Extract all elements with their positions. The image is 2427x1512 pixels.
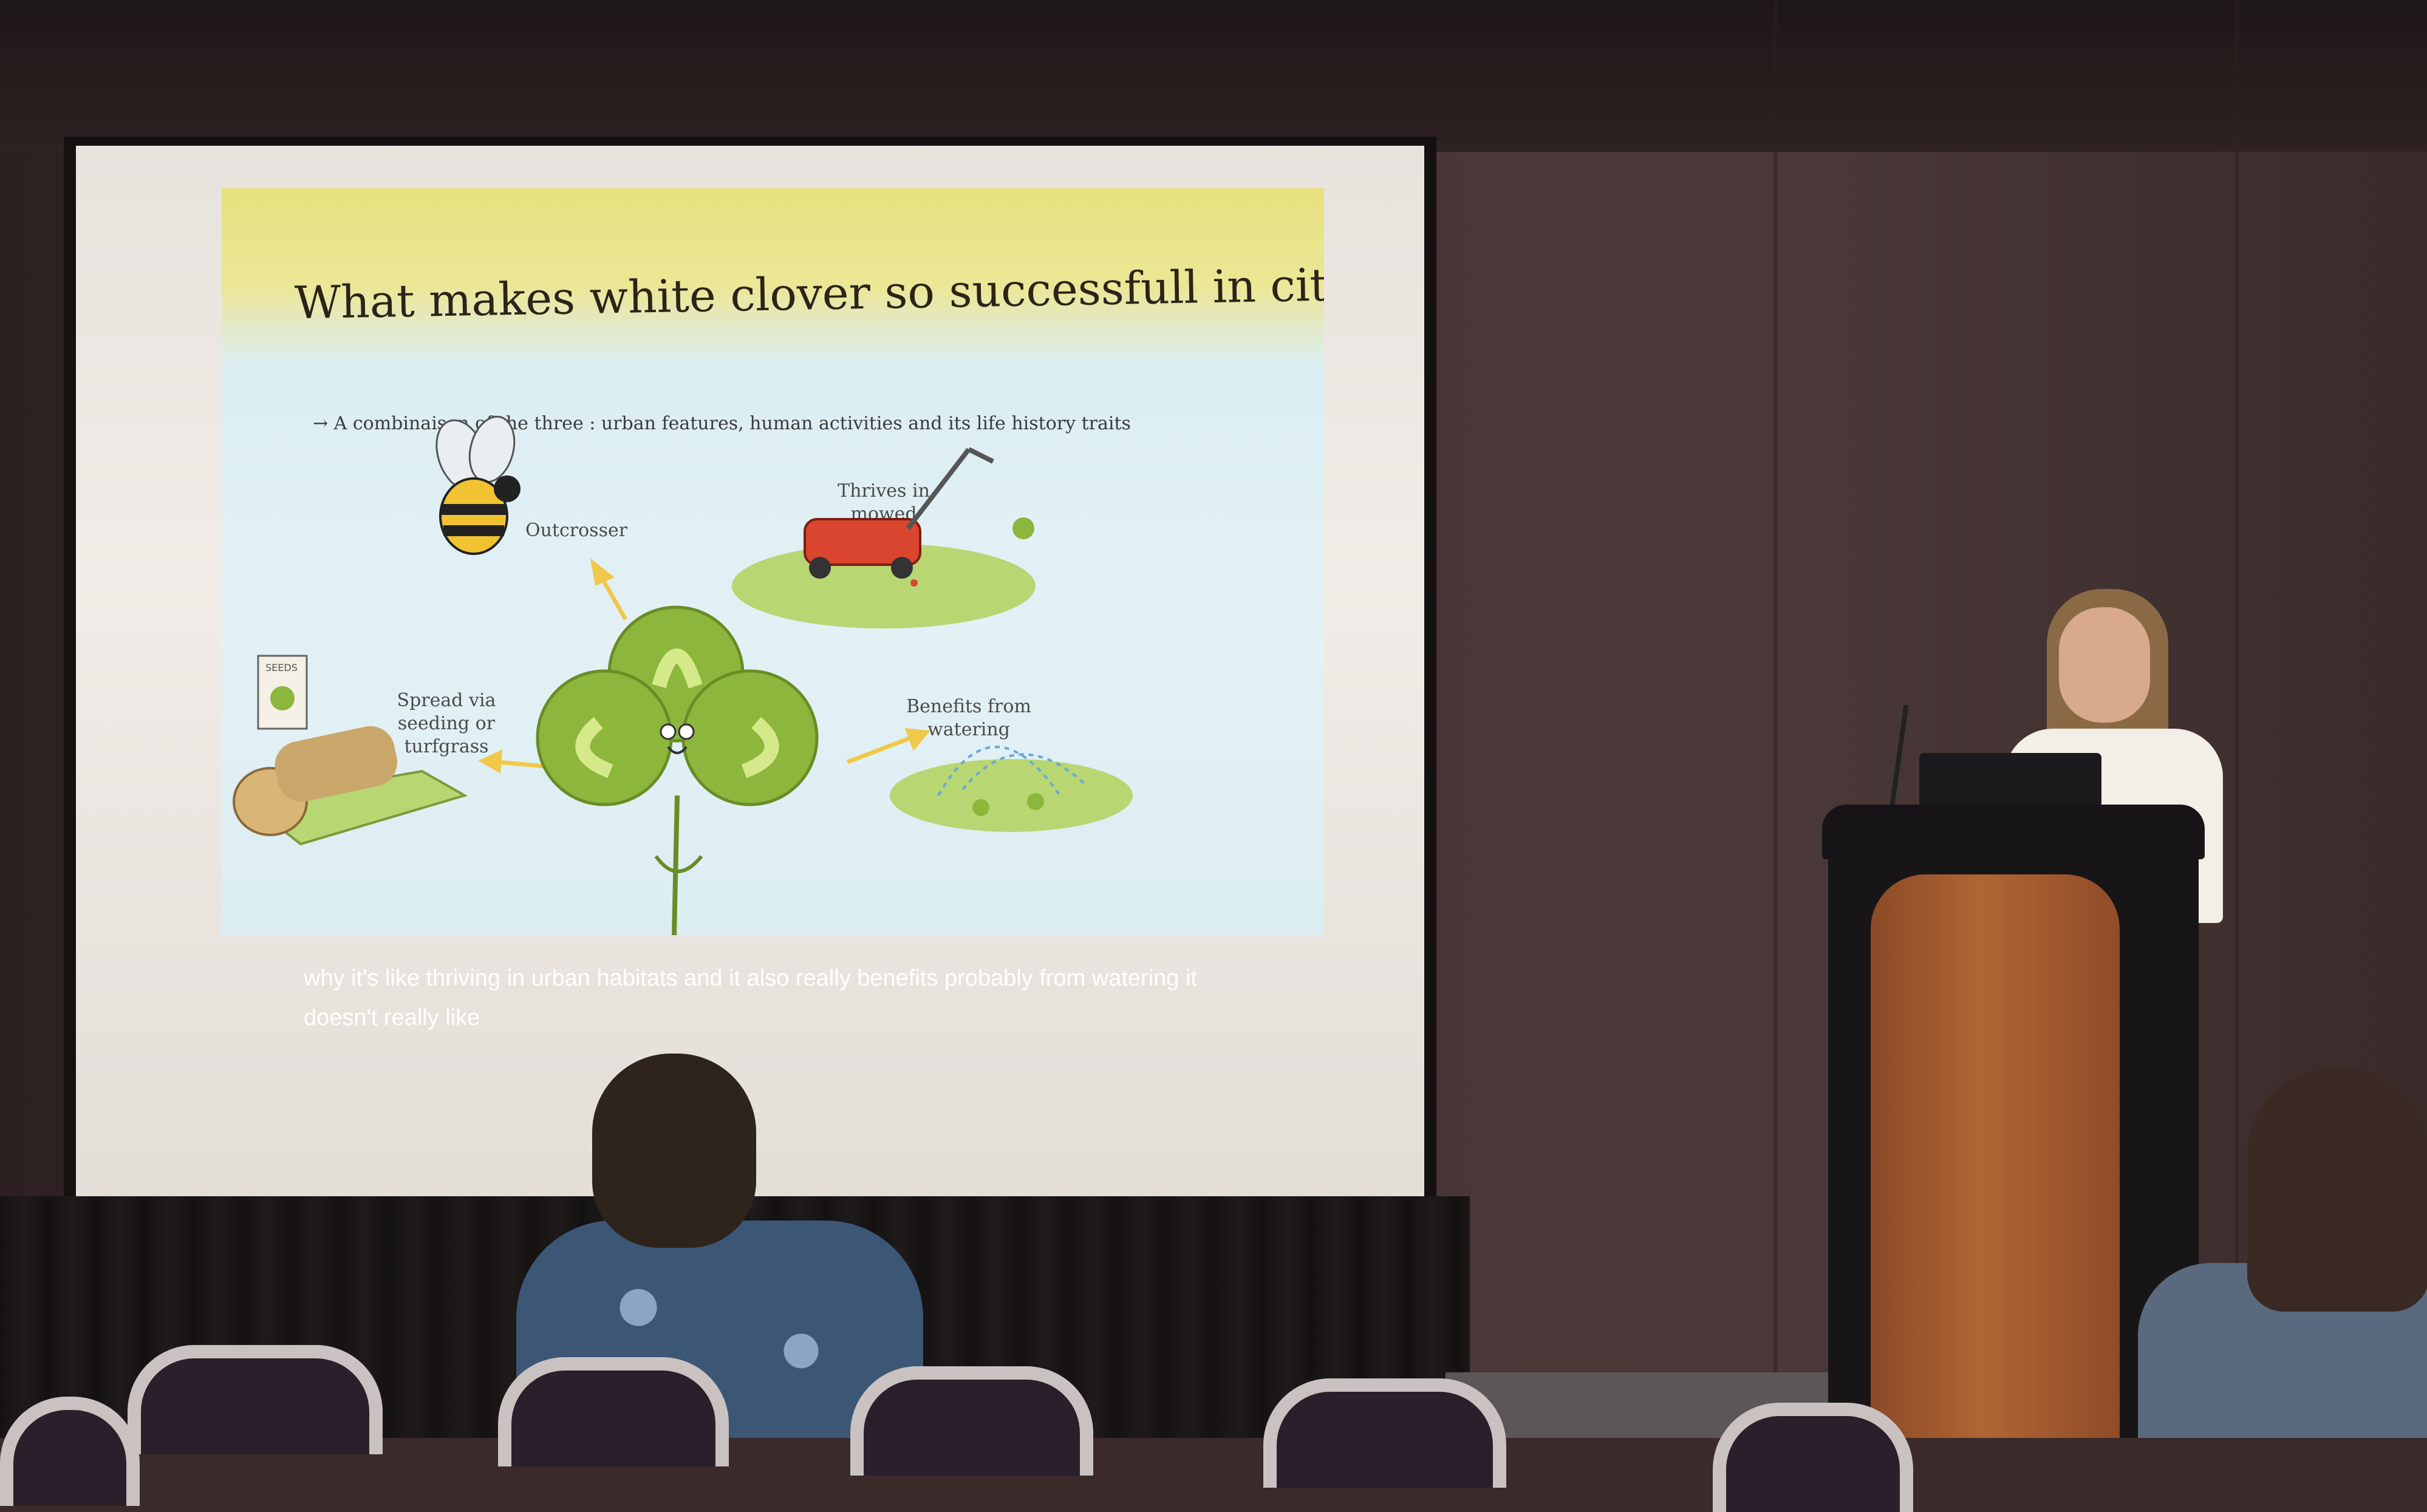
speaker-face (2059, 607, 2150, 723)
seed-bag-text: SEEDS (265, 662, 298, 673)
clover-character-icon (536, 605, 819, 935)
chair (498, 1357, 729, 1466)
ceiling (0, 0, 2427, 152)
bee-icon (435, 415, 521, 555)
arrow-icon (590, 558, 628, 621)
turf-roll-icon (233, 726, 468, 846)
sprinkler-watering-icon (890, 746, 1133, 832)
live-caption-line: why it's like thriving in urban habitats… (304, 965, 1197, 991)
podium-top (1822, 805, 2205, 859)
chair (1263, 1378, 1506, 1488)
podium-wood-panel (1871, 874, 2120, 1438)
presentation-slide: What makes white clover so successfull i… (222, 188, 1324, 935)
wall-panel-seam (1773, 0, 1777, 1438)
live-caption-line: doesn't really like (304, 1005, 480, 1030)
arrow-icon (846, 727, 930, 765)
lawn-mower-icon (732, 447, 1036, 628)
chair (1713, 1403, 1913, 1512)
chair (850, 1366, 1093, 1476)
audience-member-head (592, 1054, 756, 1248)
wall-panel-seam (2235, 0, 2239, 1438)
audience-member-head (2247, 1069, 2427, 1312)
laptop-icon (1919, 753, 2101, 808)
slide-illustrations: SEEDS (233, 415, 1133, 935)
chair (128, 1345, 383, 1454)
